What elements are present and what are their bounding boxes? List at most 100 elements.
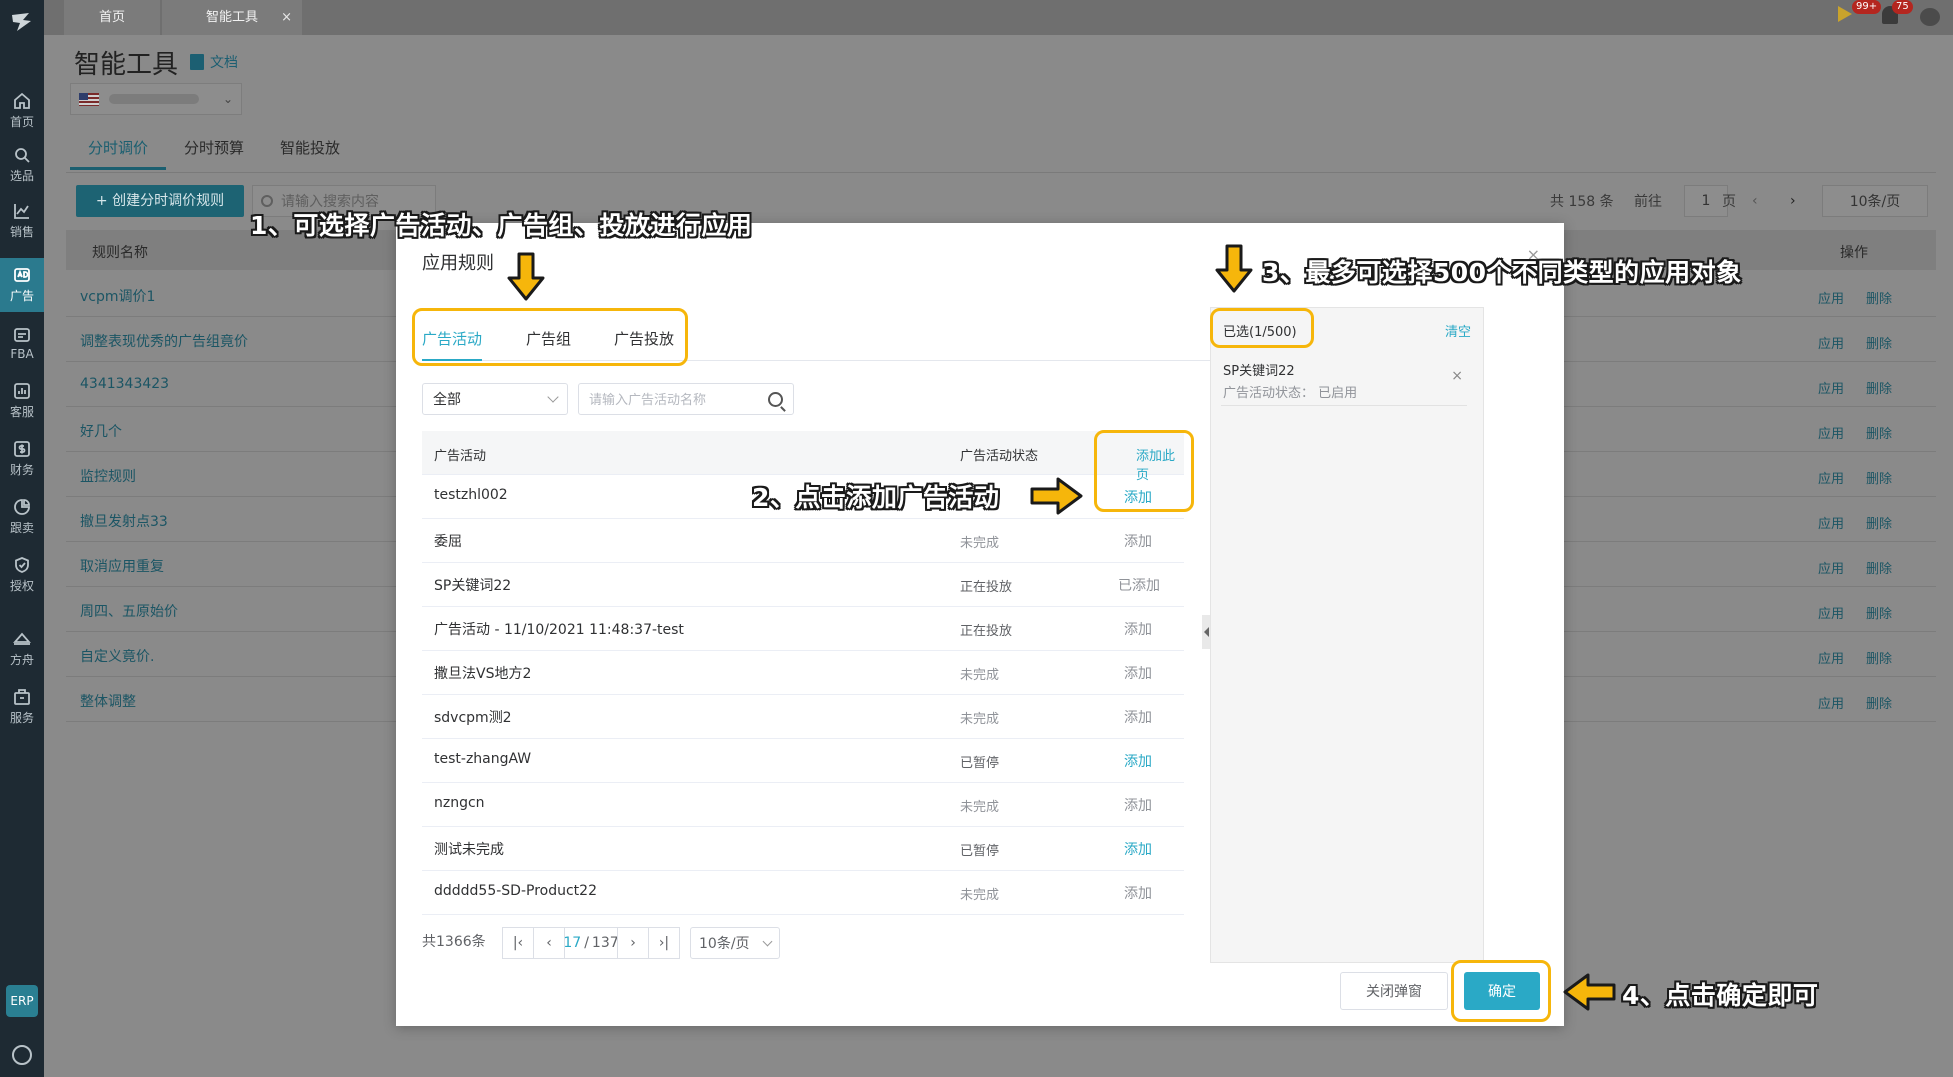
next-page-icon[interactable]: › (617, 927, 649, 959)
avatar[interactable] (1920, 8, 1940, 26)
rule-name[interactable]: 好几个 (80, 421, 122, 441)
add-button[interactable]: 添加 (1124, 883, 1152, 903)
delete-link[interactable]: 删除 (1866, 513, 1892, 532)
campaign-search-field[interactable] (578, 383, 794, 415)
status-filter-select[interactable]: 全部 (422, 383, 568, 415)
apply-link[interactable]: 应用 (1818, 288, 1844, 307)
create-rule-button[interactable]: + 创建分时调价规则 (76, 185, 244, 217)
table-row: SP关键词22 正在投放 已添加 (422, 563, 1184, 607)
delete-link[interactable]: 删除 (1866, 468, 1892, 487)
nav-selection[interactable]: 选品 (0, 138, 44, 192)
campaign-status: 已暂停 (960, 756, 1000, 771)
search-icon[interactable] (768, 391, 783, 407)
add-button[interactable]: 添加 (1124, 751, 1152, 771)
add-button[interactable]: 添加 (1124, 619, 1152, 639)
nav-ads[interactable]: 广告 (0, 258, 44, 312)
store-select[interactable]: ⌄ (70, 83, 242, 115)
rule-name[interactable]: 自定义竟价. (80, 646, 154, 666)
rule-name[interactable]: 撤旦发射点33 (80, 511, 168, 531)
nav-finance[interactable]: 财务 (0, 432, 44, 486)
settings-icon[interactable] (12, 1045, 32, 1065)
delete-link[interactable]: 删除 (1866, 648, 1892, 667)
add-button[interactable]: 添加 (1124, 707, 1152, 727)
apply-link[interactable]: 应用 (1818, 468, 1844, 487)
book-icon (190, 54, 204, 70)
erp-button[interactable]: ERP (6, 985, 38, 1017)
rule-name[interactable]: 周四、五原始价 (80, 601, 178, 621)
close-dialog-button[interactable]: 关闭弹窗 (1340, 972, 1448, 1010)
col-campaign-status: 广告活动状态 (960, 449, 1039, 464)
apply-link[interactable]: 应用 (1818, 558, 1844, 577)
nav-services[interactable]: 服务 (0, 680, 44, 734)
campaign-name: 测试未完成 (434, 842, 504, 858)
clear-selection-button[interactable]: 清空 (1445, 321, 1471, 340)
last-page-icon[interactable]: ›| (648, 927, 680, 959)
delete-link[interactable]: 删除 (1866, 603, 1892, 622)
first-page-icon[interactable]: |‹ (502, 927, 534, 959)
dollar-icon (13, 440, 31, 458)
apply-link[interactable]: 应用 (1818, 693, 1844, 712)
add-button[interactable]: 添加 (1124, 839, 1152, 859)
delete-link[interactable]: 删除 (1866, 558, 1892, 577)
arrow-down-icon (1215, 244, 1253, 293)
nav-ark[interactable]: 方舟 (0, 622, 44, 676)
nav-service[interactable]: 客服 (0, 374, 44, 428)
store-name-blurred (109, 94, 199, 104)
dialog-page-size-select[interactable]: 10条/页 (690, 927, 780, 959)
campaign-search-input[interactable] (589, 391, 768, 407)
add-button[interactable]: 添加 (1124, 663, 1152, 683)
doc-link-label: 文档 (210, 55, 238, 71)
rule-name[interactable]: vcpm调价1 (80, 286, 155, 306)
apply-link[interactable]: 应用 (1818, 423, 1844, 442)
doc-link[interactable]: 文档 (190, 52, 238, 72)
page-indicator[interactable]: 17 / 137 (563, 927, 619, 959)
delete-link[interactable]: 删除 (1866, 693, 1892, 712)
nav-fba[interactable]: FBA (0, 316, 44, 370)
delete-link[interactable]: 删除 (1866, 333, 1892, 352)
rule-name[interactable]: 监控规则 (80, 466, 136, 486)
tab-smart-tools[interactable]: 智能工具 × (162, 0, 302, 35)
rule-name[interactable]: 4341343423 (80, 376, 169, 392)
remove-item-icon[interactable]: × (1451, 368, 1463, 384)
nav-home[interactable]: 首页 (0, 84, 44, 138)
campaign-status: 正在投放 (960, 580, 1013, 595)
page-size-select[interactable]: 10条/页 (1822, 185, 1928, 217)
prev-page-icon[interactable]: ‹ (533, 927, 565, 959)
nav-fba-label: FBA (10, 346, 34, 361)
add-button[interactable]: 添加 (1124, 531, 1152, 551)
tab-time-pricing[interactable]: 分时调价 (70, 130, 167, 170)
campaign-status: 正在投放 (960, 624, 1013, 639)
collapse-panel-handle[interactable] (1202, 615, 1210, 649)
close-icon[interactable]: × (281, 0, 292, 35)
campaign-status: 已暂停 (960, 844, 1000, 859)
apply-link[interactable]: 应用 (1818, 333, 1844, 352)
app-logo[interactable] (0, 0, 44, 44)
campaign-name: 委屈 (434, 534, 462, 550)
apply-link[interactable]: 应用 (1818, 378, 1844, 397)
table-row: test-zhangAW 已暂停 添加 (422, 739, 1184, 783)
rule-name[interactable]: 整体调整 (80, 691, 136, 711)
add-button[interactable]: 添加 (1124, 795, 1152, 815)
apply-link[interactable]: 应用 (1818, 648, 1844, 667)
nav-sales[interactable]: 销售 (0, 194, 44, 248)
nav-finance-label: 财务 (9, 463, 34, 477)
delete-link[interactable]: 删除 (1866, 423, 1892, 442)
side-nav: 首页 选品 销售 广告 FBA 客服 财务 跟卖 授权 方舟 服务 ERP (0, 0, 44, 1077)
delete-link[interactable]: 删除 (1866, 288, 1892, 307)
nav-follow-sell[interactable]: 跟卖 (0, 490, 44, 544)
delete-link[interactable]: 删除 (1866, 378, 1892, 397)
rule-name[interactable]: 取消应用重复 (80, 556, 164, 576)
apply-link[interactable]: 应用 (1818, 603, 1844, 622)
selected-item-status: 广告活动状态： 已启用 (1223, 386, 1358, 401)
annotation-step3: 3、最多可选择500个不同类型的应用对象 (1262, 258, 1742, 287)
next-page-icon[interactable]: › (1790, 185, 1796, 217)
campaign-name: sdvcpm测2 (434, 710, 512, 726)
tab-smart-placement[interactable]: 智能投放 (262, 130, 358, 170)
apply-link[interactable]: 应用 (1818, 513, 1844, 532)
rule-name[interactable]: 调整表现优秀的广告组竟价 (80, 331, 248, 351)
nav-authorization[interactable]: 授权 (0, 548, 44, 602)
tab-time-budget[interactable]: 分时预算 (166, 130, 262, 170)
tab-home[interactable]: 首页 (64, 0, 160, 35)
prev-page-icon[interactable]: ‹ (1752, 185, 1758, 217)
notification-flag-icon[interactable] (1838, 6, 1852, 22)
